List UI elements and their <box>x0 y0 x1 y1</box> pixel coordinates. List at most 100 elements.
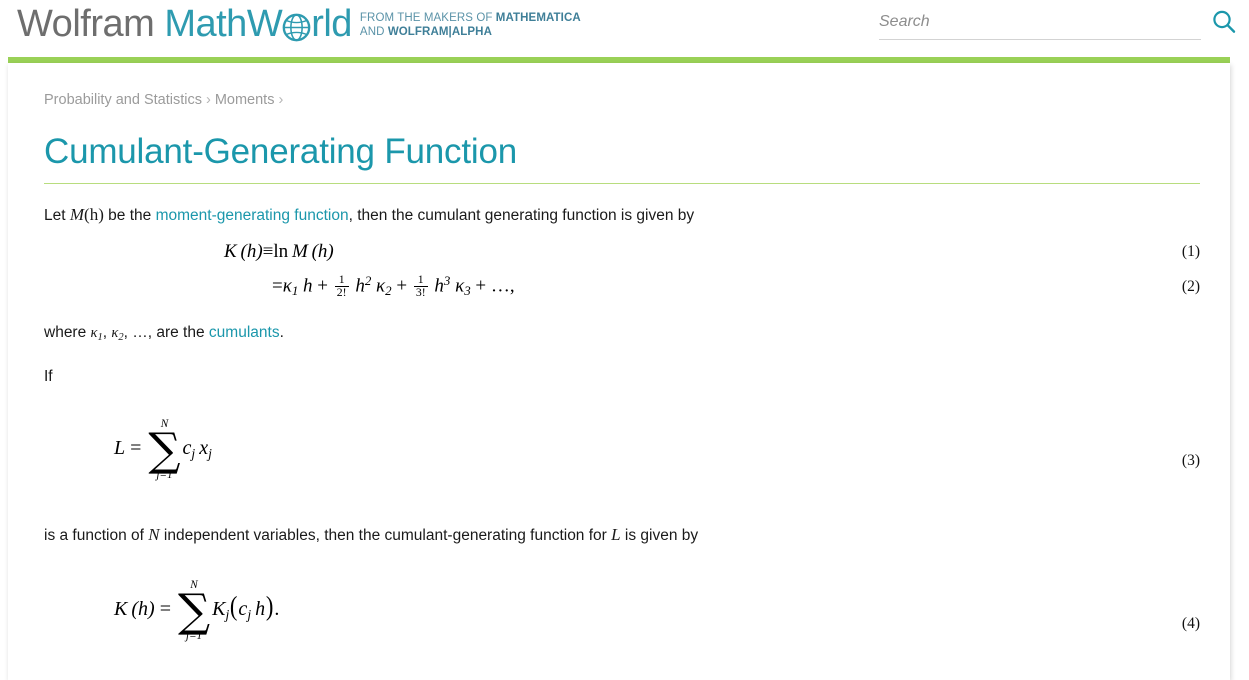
search-input[interactable] <box>879 6 1201 38</box>
search-area <box>879 6 1241 46</box>
eq4-Kj-sub: j <box>225 606 230 622</box>
logo-text-wolfram: Wolfram <box>17 3 155 45</box>
eq2-h-2: h <box>355 275 365 297</box>
eq1-ln: ln <box>273 241 289 262</box>
paragraph-if: If <box>44 367 53 385</box>
eq2-fraction-2: 1 3! <box>413 272 428 300</box>
breadcrumb-separator-2: › <box>278 92 284 108</box>
eq4-period: . <box>274 597 280 620</box>
logo-wordmark: Wolfram MathW rld <box>17 2 352 46</box>
tagline-wolframalpha: WOLFRAM|ALPHA <box>387 26 492 38</box>
eq3-x: x <box>199 436 209 459</box>
para1-text-3: , then the cumulant generating function … <box>348 207 695 224</box>
eq1-K: K <box>224 241 237 262</box>
paragraph-where: where κ1, κ2, …, are the cumulants. <box>44 322 1208 349</box>
eq4-summation: N ∑ j=1 <box>177 579 211 643</box>
eq2-kappa-3-sub: 3 <box>464 283 471 299</box>
equation-group-4: K (h) = N ∑ j=1 Kj(cj h). (4) <box>44 573 1208 665</box>
para1-symbol-Mh: (h) <box>84 205 104 224</box>
eq1-arg: (h) <box>240 241 263 262</box>
equation-number-2: (2) <box>1181 278 1200 295</box>
logo-tagline: FROM THE MAKERS OF MATHEMATICA AND WOLFR… <box>360 11 581 39</box>
eq3-equals: = <box>130 436 142 459</box>
eq2-h-2-exp: 2 <box>364 273 372 288</box>
equation-group-3: L = N ∑ j=1 cj xj (3) <box>44 412 1208 504</box>
eq4-equals: = <box>159 597 171 620</box>
link-moment-generating-function[interactable]: moment-generating function <box>156 207 349 224</box>
eq4-c-sub: j <box>247 606 252 622</box>
equation-number-4: (4) <box>1181 614 1200 632</box>
paragraph-intro: Let M(h) be the moment-generating functi… <box>44 204 1208 227</box>
eq3-x-sub: j <box>208 445 212 461</box>
para2-text-3: . <box>279 324 284 341</box>
equation-number-3: (3) <box>1181 451 1200 469</box>
equation-2-body: =κ1 h + 1 2! h2 κ2 + 1 3! h3 κ3 + …, <box>272 273 515 300</box>
breadcrumb-item-probability-and-statistics[interactable]: Probability and Statistics <box>44 92 202 108</box>
eq2-kappa-1-sub: 1 <box>291 283 299 299</box>
breadcrumb-item-moments[interactable]: Moments <box>215 92 275 108</box>
eq3-c-sub: j <box>191 445 196 461</box>
eq4-Kj: K <box>212 597 226 620</box>
logo-text-rld: rld <box>311 3 352 45</box>
eq2-h-1: h <box>303 275 313 297</box>
para2-kappa-1: κ <box>90 325 98 341</box>
eq2-frac1-denominator: 2! <box>334 286 349 300</box>
eq2-plus-2: + <box>396 275 408 297</box>
para4-symbol-N: N <box>148 524 160 544</box>
para2-text-1: where <box>44 324 91 341</box>
para4-text-2: independent variables, then the cumulant… <box>159 526 612 544</box>
search-input-wrap <box>879 6 1201 40</box>
equation-number-1: (1) <box>1181 243 1200 260</box>
eq2-tail: + …, <box>475 275 515 297</box>
eq3-summation: N ∑ j=1 <box>148 418 181 482</box>
eq1-M: M <box>291 241 308 262</box>
para2-text-2: , …, are the <box>123 324 209 341</box>
site-logo[interactable]: Wolfram MathW rld FROM THE MAKERS OF MAT… <box>17 2 581 46</box>
equation-group-1-2: K (h)≡ln M (h) =κ1 h + 1 2! h2 κ2 + 1 3! h… <box>44 241 1208 305</box>
eq2-frac2-denominator: 3! <box>413 286 428 300</box>
equation-4-body: K (h) = N ∑ j=1 Kj(cj h). <box>114 579 279 642</box>
breadcrumb-separator-1: › <box>205 92 211 108</box>
eq2-equals: = <box>272 275 283 297</box>
eq2-kappa-2: κ <box>376 275 386 297</box>
eq2-frac1-numerator: 1 <box>338 272 345 286</box>
eq2-frac2-numerator: 1 <box>417 272 424 286</box>
breadcrumb: Probability and Statistics › Moments › <box>44 91 1208 109</box>
eq1-Mh: (h) <box>311 241 334 262</box>
logo-text-w: W <box>246 3 283 45</box>
page-title: Cumulant-Generating Function <box>44 132 517 171</box>
eq4-open-paren: ( <box>230 589 238 621</box>
search-icon <box>1210 10 1238 39</box>
eq1-equiv: ≡ <box>262 241 274 262</box>
para1-symbol-M: M <box>69 205 85 224</box>
logo-text-math: Math <box>164 3 247 45</box>
eq4-K: K <box>114 597 128 620</box>
eq2-h-3: h <box>434 275 444 297</box>
eq2-h-3-exp: 3 <box>443 273 451 288</box>
eq3-L: L <box>114 436 126 459</box>
eq2-kappa-2-sub: 2 <box>385 283 392 299</box>
para4-text-3: is given by <box>620 526 699 544</box>
eq2-kappa-1: κ <box>282 275 292 297</box>
title-divider <box>44 183 1200 184</box>
tagline-line2-plain: AND <box>359 26 388 38</box>
site-header: Wolfram MathW rld FROM THE MAKERS OF MAT… <box>0 0 1249 57</box>
tagline-mathematica: MATHEMATICA <box>495 12 581 24</box>
para4-symbol-L: L <box>611 524 621 544</box>
para4-text-1: is a function of <box>44 526 149 544</box>
search-submit-button[interactable] <box>1209 8 1239 38</box>
eq4-c: c <box>238 597 248 620</box>
eq4-h: h <box>255 597 266 620</box>
tagline-line1-plain: FROM THE MAKERS OF <box>359 12 496 24</box>
equation-3-body: L = N ∑ j=1 cj xj <box>114 418 212 481</box>
link-cumulants[interactable]: cumulants <box>209 324 280 341</box>
equation-1-body: K (h)≡ln M (h) <box>224 241 334 263</box>
eq3-sigma-icon: ∑ <box>148 423 181 477</box>
eq2-fraction-1: 1 2! <box>334 272 349 300</box>
para1-text-1: Let <box>44 207 70 224</box>
eq4-close-paren: ) <box>265 589 274 621</box>
para1-text-2: be the <box>103 207 156 224</box>
paragraph-function-of-N: is a function of N independent variables… <box>44 524 1208 547</box>
content-card: Probability and Statistics › Moments › Cumu… <box>8 63 1230 680</box>
eq4-sigma-icon: ∑ <box>177 584 211 638</box>
